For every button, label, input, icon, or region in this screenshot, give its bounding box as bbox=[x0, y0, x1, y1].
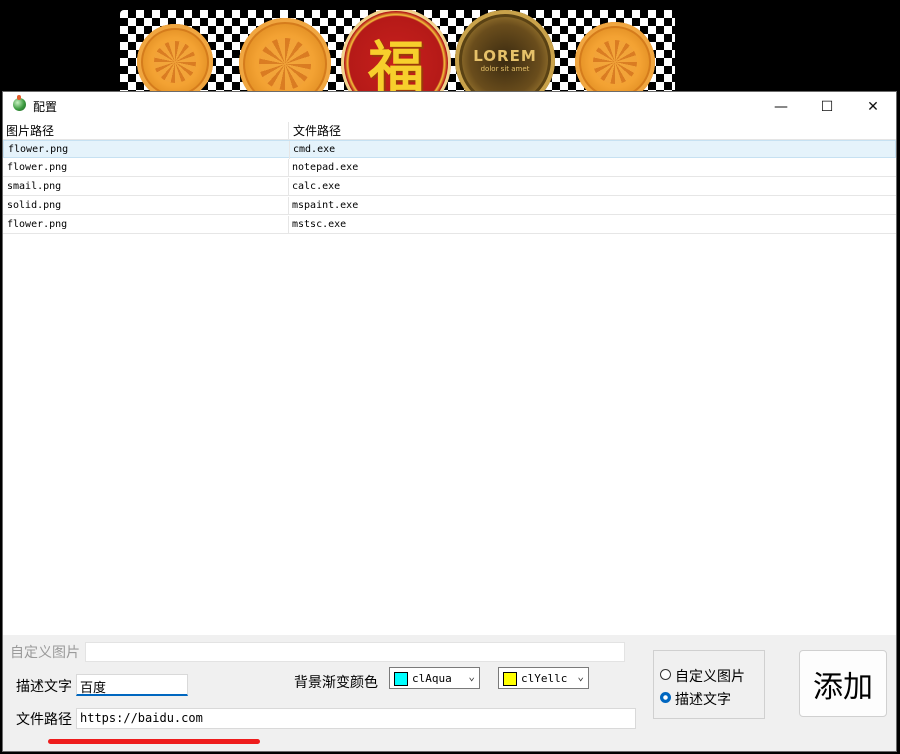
file-list[interactable]: 图片路径 文件路径 flower.png cmd.exe flower.png … bbox=[3, 122, 896, 635]
add-button[interactable]: 添加 bbox=[799, 650, 887, 717]
cell-file: mspaint.exe bbox=[292, 200, 359, 211]
table-row[interactable]: smail.png calc.exe bbox=[3, 178, 896, 196]
cell-image: flower.png bbox=[7, 219, 68, 230]
desc-label: 描述文字 bbox=[16, 679, 72, 695]
table-row[interactable]: flower.png mstsc.exe bbox=[3, 216, 896, 234]
desc-text-input[interactable]: 百度 bbox=[76, 674, 188, 696]
cell-file: cmd.exe bbox=[293, 144, 336, 155]
color2-value: clYellc bbox=[521, 672, 568, 685]
display-mode-group: 自定义图片 描述文字 bbox=[653, 650, 765, 719]
minimize-button[interactable]: — bbox=[758, 92, 804, 122]
flower-coin-icon[interactable] bbox=[575, 22, 655, 92]
window-title: 配置 bbox=[33, 100, 58, 114]
color1-select[interactable]: clAqua ⌄ bbox=[389, 667, 480, 689]
column-divider bbox=[288, 216, 289, 234]
lorem-text: LOREM bbox=[473, 47, 537, 65]
title-bar[interactable]: 配置 — ☐ ✕ bbox=[3, 92, 896, 122]
cell-image: flower.png bbox=[7, 162, 68, 173]
custom-image-input[interactable] bbox=[85, 642, 625, 662]
file-path-label: 文件路径 bbox=[16, 712, 72, 728]
flower-coin-icon[interactable] bbox=[137, 24, 213, 92]
color1-swatch bbox=[394, 672, 408, 686]
column-divider bbox=[288, 197, 289, 215]
radio-desc-text-label: 描述文字 bbox=[675, 692, 731, 708]
column-divider bbox=[289, 141, 290, 159]
maximize-button[interactable]: ☐ bbox=[804, 92, 850, 122]
radio-circle bbox=[660, 669, 671, 680]
custom-image-label: 自定义图片 bbox=[10, 645, 80, 661]
column-divider bbox=[288, 159, 289, 177]
column-header-file-path[interactable]: 文件路径 bbox=[293, 122, 341, 139]
chevron-down-icon: ⌄ bbox=[468, 670, 475, 683]
fu-character: 福 bbox=[368, 34, 424, 93]
color2-select[interactable]: clYellc ⌄ bbox=[498, 667, 589, 689]
cell-file: calc.exe bbox=[292, 181, 341, 192]
annotation-underline bbox=[48, 739, 260, 744]
column-divider bbox=[288, 178, 289, 196]
app-icon bbox=[13, 95, 26, 111]
config-window: 配置 — ☐ ✕ 图片路径 文件路径 flower.png cmd.exe fl… bbox=[2, 91, 897, 752]
cell-file: mstsc.exe bbox=[292, 219, 347, 230]
icon-dock: 福 LOREM dolor sit amet bbox=[120, 10, 675, 92]
close-button[interactable]: ✕ bbox=[850, 92, 896, 122]
cell-image: flower.png bbox=[8, 144, 69, 155]
chevron-down-icon: ⌄ bbox=[577, 670, 584, 683]
radio-circle-selected bbox=[660, 692, 671, 703]
fu-coin-icon[interactable]: 福 bbox=[341, 10, 451, 92]
gradient-color-label: 背景渐变颜色 bbox=[294, 675, 378, 691]
lorem-coin-icon[interactable]: LOREM dolor sit amet bbox=[455, 10, 555, 92]
color1-value: clAqua bbox=[412, 672, 452, 685]
column-header-image-path[interactable]: 图片路径 bbox=[6, 122, 54, 139]
table-row[interactable]: flower.png cmd.exe bbox=[3, 140, 896, 159]
table-row[interactable]: flower.png notepad.exe bbox=[3, 159, 896, 177]
cell-file: notepad.exe bbox=[292, 162, 359, 173]
flower-coin-icon[interactable] bbox=[239, 18, 331, 92]
cell-image: solid.png bbox=[7, 200, 62, 211]
radio-custom-image-label: 自定义图片 bbox=[675, 669, 745, 685]
file-path-input[interactable]: https://baidu.com bbox=[76, 708, 636, 729]
cell-image: smail.png bbox=[7, 181, 62, 192]
column-divider[interactable] bbox=[288, 122, 289, 139]
color2-swatch bbox=[503, 672, 517, 686]
list-header: 图片路径 文件路径 bbox=[3, 122, 896, 140]
table-row[interactable]: solid.png mspaint.exe bbox=[3, 197, 896, 215]
lorem-subtext: dolor sit amet bbox=[480, 65, 530, 73]
